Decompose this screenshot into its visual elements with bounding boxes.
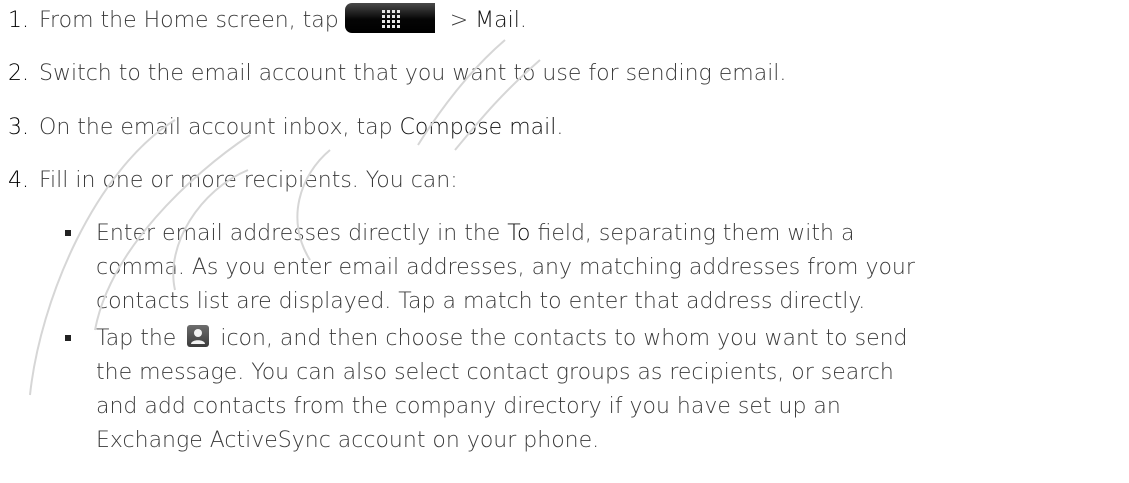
step-text: From the Home screen, tap (39, 8, 339, 33)
bullet-text-start: Tap the (96, 326, 184, 351)
step-text: On the email account inbox, tap (39, 115, 400, 140)
bullet-text: Enter email addresses directly in the To… (96, 217, 936, 319)
bullet-text-start: Enter email addresses directly in the (96, 221, 508, 246)
ui-label-compose-mail: Compose mail (399, 115, 557, 140)
step-number: 4. (8, 168, 29, 193)
step-number: 2. (8, 61, 29, 86)
step-2: 2. Switch to the email account that you w… (8, 59, 786, 89)
step-text: Fill in one or more recipients. You can: (39, 168, 458, 193)
contact-picker-icon (187, 325, 210, 347)
step-text: Switch to the email account that you wan… (39, 61, 787, 86)
bullet-marker (65, 335, 71, 341)
bullet-marker (65, 230, 71, 236)
ui-label-to: To (507, 221, 531, 246)
step-text-end: . (556, 115, 564, 140)
all-apps-icon (344, 3, 435, 33)
step-number: 1. (8, 8, 29, 33)
step-number: 3. (8, 115, 29, 140)
step-text-end: . (519, 8, 527, 33)
ui-label-mail: Mail (475, 8, 520, 33)
step-4: 4. Fill in one or more recipients. You ca… (8, 166, 458, 196)
bullet-text-rest: icon, and then choose the contacts to wh… (96, 326, 908, 453)
document-page: 1. From the Home screen, tap > Mail. 2. Sw… (0, 0, 1129, 483)
bullet-text: Tap the icon, and then choose the contac… (96, 322, 936, 458)
step-1: 1. From the Home screen, tap > Mail. (8, 3, 527, 36)
step-text-separator: > (442, 8, 476, 33)
step-3: 3. On the email account inbox, tap Compos… (8, 113, 563, 143)
